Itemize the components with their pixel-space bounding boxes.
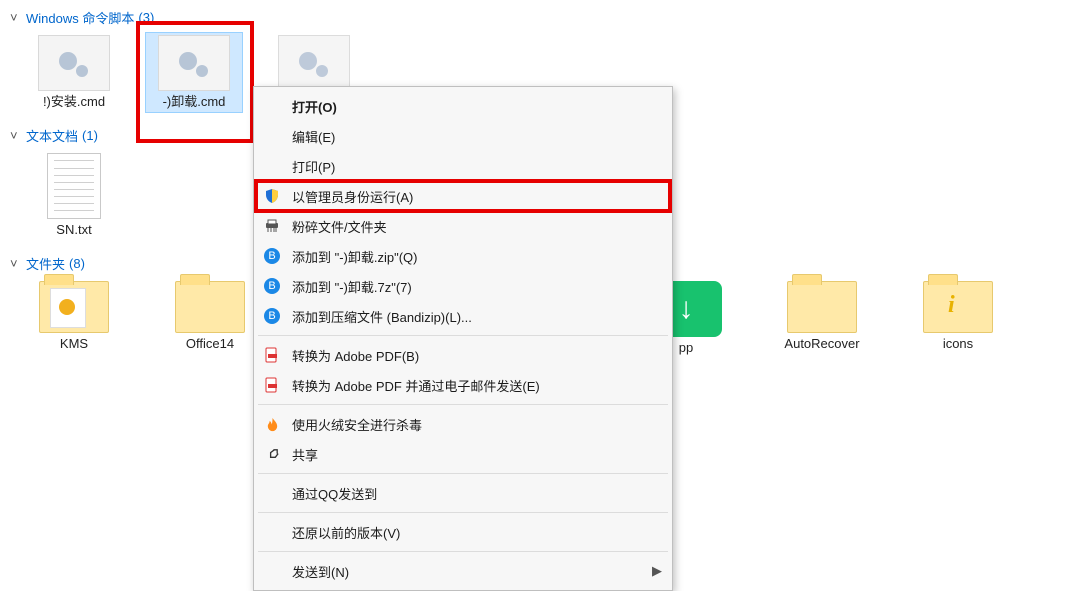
folder-icon: i (923, 281, 993, 333)
menu-add-zip[interactable]: B 添加到 "-)卸载.zip"(Q) (256, 241, 670, 271)
file-label: !)安装.cmd (43, 95, 105, 110)
file-item-selected[interactable]: -)卸载.cmd (146, 33, 242, 112)
menu-separator (258, 551, 668, 552)
file-item[interactable]: Office14 (162, 279, 258, 358)
menu-label: 转换为 Adobe PDF(B) (292, 346, 662, 365)
file-label: AutoRecover (784, 337, 859, 352)
cmd-file-icon (278, 35, 350, 91)
pdf-icon (262, 345, 282, 365)
blank-icon (262, 483, 282, 503)
menu-separator (258, 335, 668, 336)
file-label: KMS (60, 337, 88, 352)
share-icon (262, 444, 282, 464)
menu-send-to[interactable]: 发送到(N) ▶ (256, 556, 670, 586)
cmd-file-icon (158, 35, 230, 91)
chevron-down-icon: ˅ (10, 128, 22, 143)
chevron-down-icon: ˅ (10, 10, 22, 25)
text-file-icon (47, 153, 101, 219)
menu-label: 添加到压缩文件 (Bandizip)(L)... (292, 307, 662, 326)
blank-icon (262, 522, 282, 542)
menu-label: 打印(P) (292, 157, 662, 176)
menu-separator (258, 512, 668, 513)
menu-label: 通过QQ发送到 (292, 484, 662, 503)
menu-huorong-scan[interactable]: 使用火绒安全进行杀毒 (256, 409, 670, 439)
file-item[interactable]: i icons (910, 279, 1006, 358)
folder-icon (175, 281, 245, 333)
menu-label: 打开(O) (292, 97, 662, 116)
menu-label: 还原以前的版本(V) (292, 523, 662, 542)
file-item[interactable]: SN.txt (26, 151, 122, 240)
menu-label: 添加到 "-)卸载.zip"(Q) (292, 247, 662, 266)
menu-label: 使用火绒安全进行杀毒 (292, 415, 662, 434)
blank-icon (262, 561, 282, 581)
menu-separator (258, 473, 668, 474)
folder-icon (787, 281, 857, 333)
menu-label: 发送到(N) (292, 562, 640, 581)
group-count: (8) (69, 256, 85, 271)
group-count: (1) (82, 128, 98, 143)
menu-print[interactable]: 打印(P) (256, 151, 670, 181)
file-label: SN.txt (56, 223, 91, 238)
gear-icon (52, 45, 96, 81)
file-item[interactable]: !)安装.cmd (26, 33, 122, 112)
group-label: 文件夹 (26, 254, 65, 273)
menu-open[interactable]: 打开(O) (256, 91, 670, 121)
bandizip-icon: B (262, 306, 282, 326)
italic-i-icon: i (948, 292, 955, 319)
blank-icon (262, 126, 282, 146)
gear-icon (292, 45, 336, 81)
menu-run-as-admin[interactable]: 以管理员身份运行(A) (256, 181, 670, 211)
menu-add-bz[interactable]: B 添加到压缩文件 (Bandizip)(L)... (256, 301, 670, 331)
cmd-file-icon (38, 35, 110, 91)
file-label: icons (943, 337, 973, 352)
file-item[interactable]: AutoRecover (774, 279, 870, 358)
file-label: pp (679, 341, 693, 356)
blank-icon (262, 96, 282, 116)
menu-edit[interactable]: 编辑(E) (256, 121, 670, 151)
context-menu: 打开(O) 编辑(E) 打印(P) 以管理员身份运行(A) 粉碎文件/文件夹 B… (253, 86, 673, 591)
pdf-email-icon (262, 375, 282, 395)
menu-pdf-email[interactable]: 转换为 Adobe PDF 并通过电子邮件发送(E) (256, 370, 670, 400)
folder-icon (39, 281, 109, 333)
menu-label: 以管理员身份运行(A) (292, 187, 662, 206)
file-label: -)卸载.cmd (163, 95, 226, 110)
group-header-cmd[interactable]: ˅ Windows 命令脚本 (3) (8, 4, 1072, 29)
group-label: 文本文档 (26, 126, 78, 145)
menu-label: 粉碎文件/文件夹 (292, 217, 662, 236)
flame-icon (262, 414, 282, 434)
submenu-arrow-icon: ▶ (650, 563, 662, 579)
file-item[interactable]: KMS (26, 279, 122, 358)
menu-separator (258, 404, 668, 405)
file-label: Office14 (186, 337, 234, 352)
menu-pdf[interactable]: 转换为 Adobe PDF(B) (256, 340, 670, 370)
menu-shred[interactable]: 粉碎文件/文件夹 (256, 211, 670, 241)
menu-label: 添加到 "-)卸载.7z"(7) (292, 277, 662, 296)
chevron-down-icon: ˅ (10, 256, 22, 271)
menu-label: 共享 (292, 445, 662, 464)
menu-share[interactable]: 共享 (256, 439, 670, 469)
group-label: Windows 命令脚本 (26, 8, 134, 27)
bandizip-icon: B (262, 246, 282, 266)
menu-restore-versions[interactable]: 还原以前的版本(V) (256, 517, 670, 547)
bandizip-icon: B (262, 276, 282, 296)
menu-add-7z[interactable]: B 添加到 "-)卸载.7z"(7) (256, 271, 670, 301)
shield-icon (262, 186, 282, 206)
group-count: (3) (138, 10, 154, 25)
menu-label: 转换为 Adobe PDF 并通过电子邮件发送(E) (292, 376, 662, 395)
gear-icon (56, 296, 78, 321)
menu-send-qq[interactable]: 通过QQ发送到 (256, 478, 670, 508)
blank-icon (262, 156, 282, 176)
gear-icon (172, 45, 216, 81)
shredder-icon (262, 216, 282, 236)
menu-label: 编辑(E) (292, 127, 662, 146)
